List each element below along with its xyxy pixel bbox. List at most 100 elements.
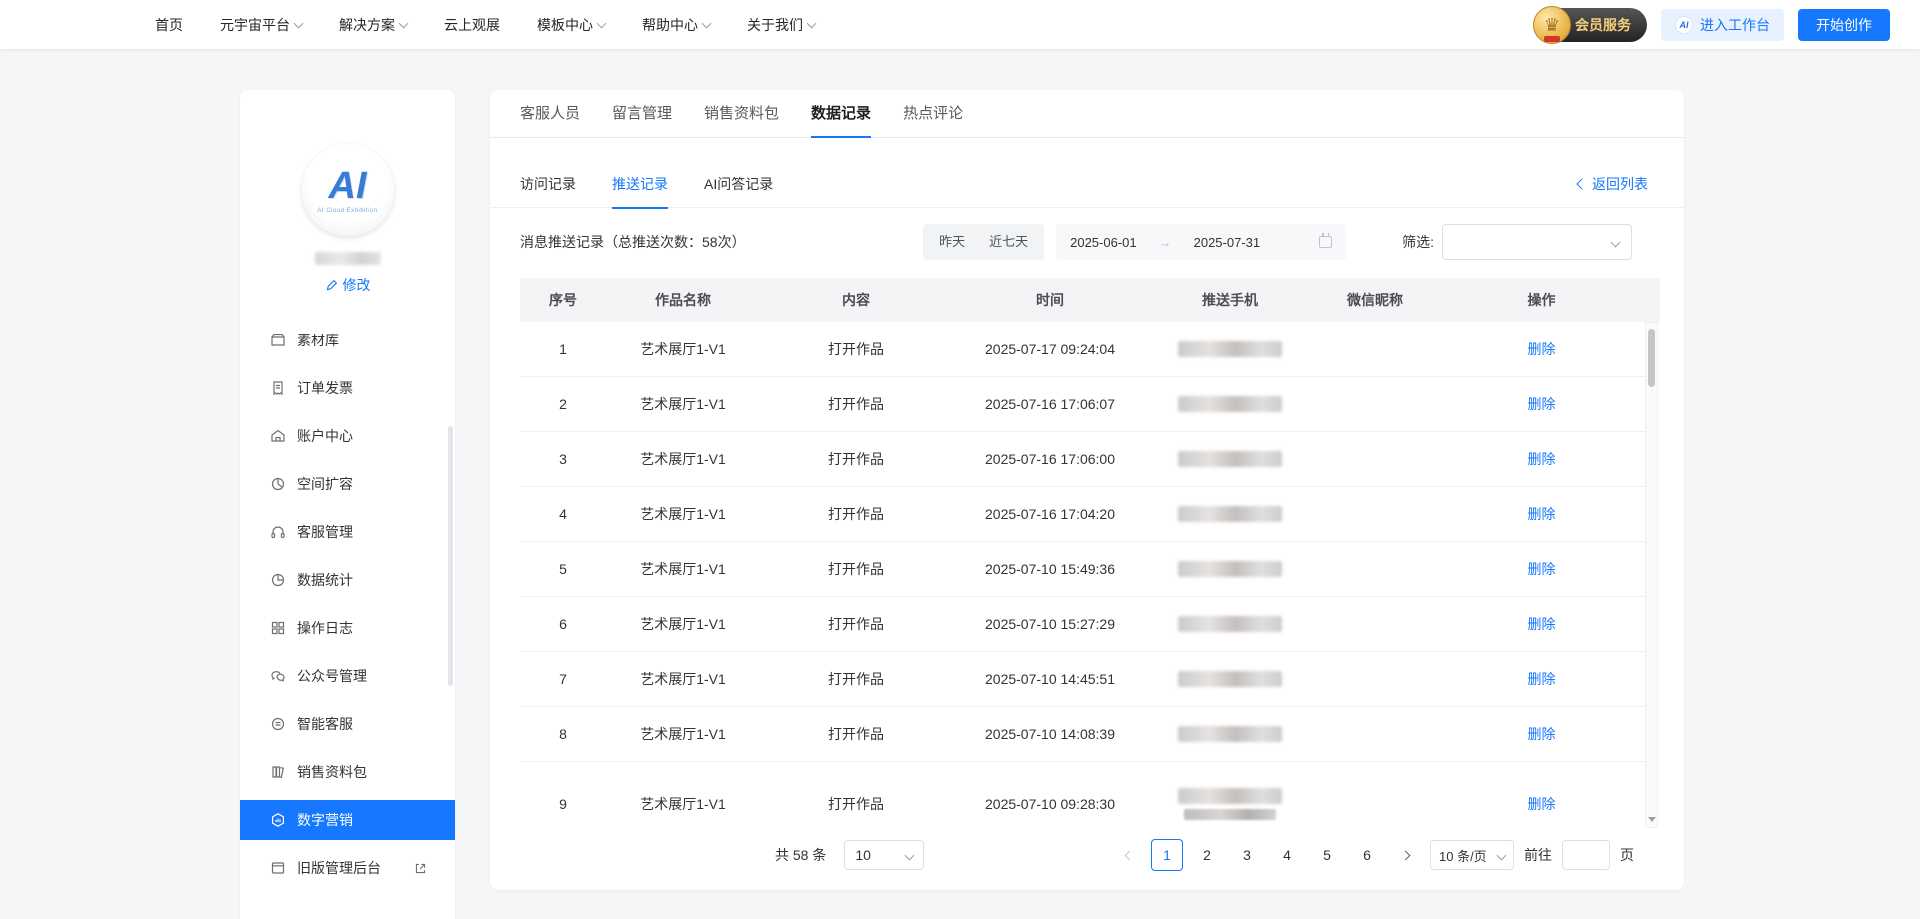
sidebar-item-digital-marketing[interactable]: 数字营销 bbox=[240, 800, 455, 840]
delete-button[interactable]: 删除 bbox=[1528, 449, 1556, 469]
row-action-cell: 删除 bbox=[1438, 724, 1645, 744]
page-number-button[interactable]: 2 bbox=[1191, 839, 1223, 871]
tab[interactable]: 热点评论 bbox=[903, 90, 963, 138]
row-action-cell: 删除 bbox=[1438, 339, 1645, 359]
page-number-button[interactable]: 3 bbox=[1231, 839, 1263, 871]
sidebar-item-account[interactable]: 账户中心 bbox=[240, 416, 455, 456]
subtab[interactable]: AI问答记录 bbox=[704, 160, 773, 208]
nav-item[interactable]: 云上观展 bbox=[444, 15, 500, 35]
tab[interactable]: 客服人员 bbox=[520, 90, 580, 138]
sidebar-item-ai-support[interactable]: 智能客服 bbox=[240, 704, 455, 744]
row-action-cell: 删除 bbox=[1438, 449, 1645, 469]
nav-item[interactable]: 关于我们 bbox=[747, 15, 815, 35]
nav-item[interactable]: 首页 bbox=[155, 15, 183, 35]
per-page-select[interactable]: 10 条/页 bbox=[1430, 840, 1514, 870]
page-number-button[interactable]: 5 bbox=[1311, 839, 1343, 871]
tab[interactable]: 留言管理 bbox=[612, 90, 672, 138]
sidebar-item-official-account[interactable]: 公众号管理 bbox=[240, 656, 455, 696]
sidebar-item-sales-package[interactable]: 销售资料包 bbox=[240, 752, 455, 792]
table-row: 4 艺术展厅1-V1 打开作品 2025-07-16 17:04:20 删除 bbox=[520, 487, 1645, 542]
calendar-icon bbox=[1319, 236, 1332, 248]
sidebar-item-assets[interactable]: 素材库 bbox=[240, 334, 455, 360]
delete-button[interactable]: 删除 bbox=[1528, 724, 1556, 744]
sidebar-item-label: 客服管理 bbox=[297, 522, 353, 542]
delete-button[interactable]: 删除 bbox=[1528, 794, 1556, 814]
username-redacted bbox=[315, 252, 381, 265]
redacted-phone-block bbox=[1178, 616, 1282, 632]
subtab[interactable]: 访问记录 bbox=[520, 160, 576, 208]
next-page-button[interactable] bbox=[1391, 839, 1419, 871]
chevron-left-icon bbox=[1124, 850, 1134, 860]
pencil-icon bbox=[325, 279, 338, 292]
chat-doc-icon bbox=[270, 716, 286, 732]
page-number-button[interactable]: 4 bbox=[1271, 839, 1303, 871]
row-work-name: 艺术展厅1-V1 bbox=[606, 559, 760, 579]
goto-label: 前往 bbox=[1524, 845, 1552, 865]
delete-button[interactable]: 删除 bbox=[1528, 394, 1556, 414]
chevron-down-icon bbox=[597, 18, 607, 28]
start-create-label: 开始创作 bbox=[1816, 15, 1872, 35]
row-phone-redacted bbox=[1148, 506, 1312, 522]
row-time: 2025-07-16 17:04:20 bbox=[952, 506, 1148, 522]
row-seq: 7 bbox=[520, 671, 606, 687]
sidebar-item-label: 账户中心 bbox=[297, 426, 353, 446]
date-end-value: 2025-07-31 bbox=[1194, 235, 1261, 250]
row-content: 打开作品 bbox=[760, 669, 952, 689]
tab[interactable]: 销售资料包 bbox=[704, 90, 779, 138]
tab-label: 客服人员 bbox=[520, 105, 580, 122]
pagination-left: 共 58 条 10 bbox=[775, 839, 924, 871]
enter-workspace-button[interactable]: AI 进入工作台 bbox=[1661, 9, 1784, 41]
row-phone-redacted bbox=[1148, 396, 1312, 412]
date-range-picker[interactable]: 2025-06-01 → 2025-07-31 bbox=[1056, 224, 1346, 260]
edit-profile-button[interactable]: 修改 bbox=[325, 275, 371, 295]
page-number-button[interactable]: 1 bbox=[1151, 839, 1183, 871]
sidebar-item-storage[interactable]: 空间扩容 bbox=[240, 464, 455, 504]
sidebar-item-support[interactable]: 客服管理 bbox=[240, 512, 455, 552]
last7days-filter-button[interactable]: 近七天 bbox=[977, 228, 1040, 256]
row-seq: 1 bbox=[520, 341, 606, 357]
sidebar-item-label: 智能客服 bbox=[297, 714, 353, 734]
redacted-phone-block bbox=[1178, 788, 1282, 804]
chevron-down-icon bbox=[807, 18, 817, 28]
scroll-down-arrow[interactable] bbox=[1647, 814, 1656, 824]
back-to-list-button[interactable]: 返回列表 bbox=[1578, 160, 1648, 208]
tab[interactable]: 数据记录 bbox=[811, 90, 871, 138]
sidebar-item-label: 销售资料包 bbox=[297, 762, 367, 782]
row-phone-redacted bbox=[1148, 451, 1312, 467]
nav-item[interactable]: 帮助中心 bbox=[642, 15, 710, 35]
nav-item[interactable]: 元宇宙平台 bbox=[220, 15, 302, 35]
delete-button[interactable]: 删除 bbox=[1528, 559, 1556, 579]
sidebar-scrollbar[interactable] bbox=[448, 426, 453, 686]
sidebar-item-logs[interactable]: 操作日志 bbox=[240, 608, 455, 648]
filter-select[interactable] bbox=[1442, 224, 1632, 260]
chevron-down-icon bbox=[1611, 237, 1621, 247]
delete-button[interactable]: 删除 bbox=[1528, 669, 1556, 689]
header-actions: ♛ 会员服务 AI 进入工作台 开始创作 bbox=[1535, 0, 1890, 49]
delete-button[interactable]: 删除 bbox=[1528, 504, 1556, 524]
nav-item[interactable]: 解决方案 bbox=[339, 15, 407, 35]
vip-medal-icon: ♛ bbox=[1533, 6, 1571, 44]
nav-item[interactable]: 模板中心 bbox=[537, 15, 605, 35]
subtab[interactable]: 推送记录 bbox=[612, 160, 668, 208]
col-action: 操作 bbox=[1438, 290, 1645, 310]
prev-page-button[interactable] bbox=[1115, 839, 1143, 871]
quick-filter-group: 昨天 近七天 bbox=[923, 224, 1044, 260]
page-unit-label: 页 bbox=[1620, 845, 1634, 865]
yesterday-filter-button[interactable]: 昨天 bbox=[927, 228, 977, 256]
start-create-button[interactable]: 开始创作 bbox=[1798, 9, 1890, 41]
goto-page-input[interactable] bbox=[1562, 840, 1610, 870]
sidebar-item-legacy-admin[interactable]: 旧版管理后台 bbox=[240, 848, 455, 888]
table-scrollbar-thumb[interactable] bbox=[1648, 329, 1655, 387]
sidebar-item-stats[interactable]: 数据统计 bbox=[240, 560, 455, 600]
chevron-right-icon bbox=[1400, 850, 1410, 860]
redacted-phone-block bbox=[1178, 341, 1282, 357]
delete-button[interactable]: 删除 bbox=[1528, 614, 1556, 634]
page-size-select[interactable]: 10 bbox=[844, 840, 924, 870]
row-action-cell: 删除 bbox=[1438, 504, 1645, 524]
sidebar-item-invoices[interactable]: 订单发票 bbox=[240, 368, 455, 408]
sidebar-menu: 素材库 订单发票 账户中心 空间扩容 客服管理 数据统计 bbox=[240, 334, 455, 919]
chevron-left-icon bbox=[1576, 178, 1587, 189]
delete-button[interactable]: 删除 bbox=[1528, 339, 1556, 359]
page-number-button[interactable]: 6 bbox=[1351, 839, 1383, 871]
member-service-button[interactable]: ♛ 会员服务 bbox=[1535, 8, 1647, 42]
